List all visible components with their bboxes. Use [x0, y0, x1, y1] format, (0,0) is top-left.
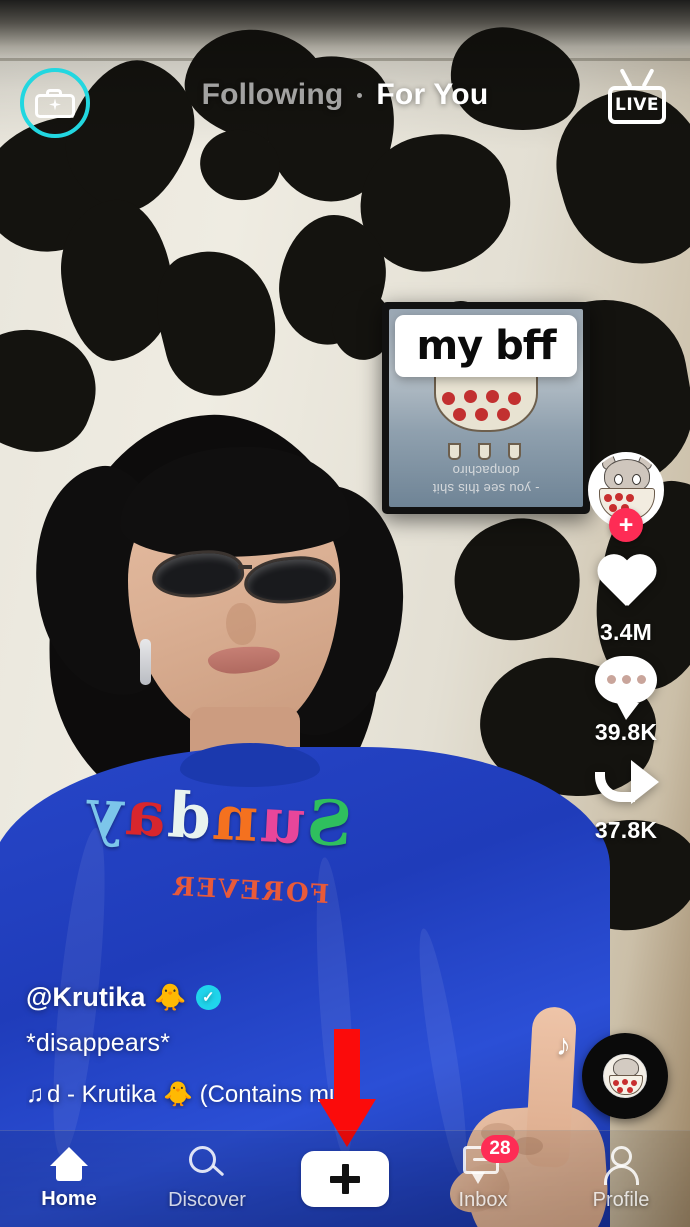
music-note-icon: ♫	[26, 1080, 44, 1108]
heart-icon[interactable]	[595, 556, 657, 612]
author-avatar-item[interactable]: +	[578, 452, 674, 546]
comment-icon[interactable]	[595, 656, 657, 720]
bottom-navigation: Home Discover 28 Inbox Profile	[0, 1130, 690, 1227]
like-action[interactable]: 3.4M	[578, 556, 674, 646]
caption-block: @Krutika 🐥 ✓ *disappears* ♫ d - Krutika …	[26, 982, 506, 1109]
video-caption: *disappears*	[26, 1029, 171, 1057]
follow-button[interactable]: +	[609, 508, 643, 542]
inbox-icon: 28	[463, 1135, 519, 1184]
action-rail: + 3.4M 39.8K 37.8K	[578, 452, 674, 854]
music-disc[interactable]: ♪	[556, 1029, 668, 1119]
floating-music-note-icon: ♪	[556, 1029, 571, 1062]
live-button[interactable]: LIVE	[606, 68, 668, 124]
nav-item-home[interactable]: Home	[0, 1131, 138, 1227]
inbox-badge: 28	[481, 1135, 519, 1163]
disc-label-art	[603, 1054, 647, 1098]
chick-emoji: 🐥	[154, 982, 187, 1012]
vinyl-disc-icon[interactable]	[582, 1033, 668, 1119]
nav-item-discover[interactable]: Discover	[138, 1131, 276, 1227]
author-username[interactable]: @Krutika 🐥 ✓	[26, 982, 506, 1013]
nav-label-profile: Profile	[592, 1189, 650, 1211]
music-title: d - Krutika 🐥 (Contains mu	[47, 1081, 343, 1108]
create-plus-icon[interactable]	[295, 1151, 395, 1207]
home-icon	[50, 1147, 88, 1181]
nav-item-profile[interactable]: Profile	[552, 1131, 690, 1227]
nav-label-inbox: Inbox	[458, 1189, 508, 1211]
feed-tabs: Following For You	[0, 78, 690, 112]
tab-separator-dot	[357, 92, 363, 98]
tiktok-app-screen: - you see this shit donpachiro my bff S …	[0, 0, 690, 1227]
comment-action[interactable]: 39.8K	[578, 656, 674, 746]
profile-icon	[602, 1146, 640, 1185]
tv-antenna-right-icon	[641, 68, 655, 88]
share-action[interactable]: 37.8K	[578, 756, 674, 844]
live-tv-icon: LIVE	[608, 86, 666, 124]
tv-antenna-left-icon	[619, 68, 633, 88]
search-icon	[188, 1146, 226, 1182]
live-label: LIVE	[615, 95, 659, 115]
nav-item-create[interactable]	[276, 1131, 414, 1227]
share-arrow-icon[interactable]	[593, 756, 659, 810]
share-count: 37.8K	[594, 817, 658, 843]
tab-following[interactable]: Following	[202, 78, 344, 112]
username-text: @Krutika	[26, 982, 146, 1012]
top-gradient	[0, 0, 690, 150]
nav-label-home: Home	[41, 1188, 97, 1210]
tab-for-you[interactable]: For You	[376, 78, 488, 112]
nav-label-discover: Discover	[168, 1189, 246, 1211]
verified-badge-icon: ✓	[195, 985, 221, 1010]
like-count: 3.4M	[600, 619, 652, 645]
comment-count: 39.8K	[594, 719, 658, 745]
ui-overlay: Following For You LIVE + 3.4M 39.8K 37.8…	[0, 0, 690, 1227]
nav-item-inbox[interactable]: 28 Inbox	[414, 1131, 552, 1227]
